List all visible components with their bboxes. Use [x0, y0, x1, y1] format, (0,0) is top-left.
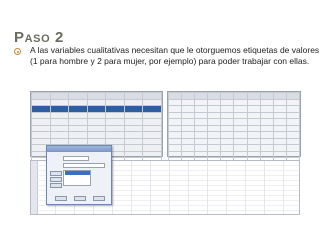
slide-title: Paso 2 [14, 29, 64, 46]
bullet-text: A las variables cualitativas necesitan q… [30, 45, 320, 66]
spss-screenshot [30, 91, 301, 215]
label-field[interactable] [63, 163, 105, 168]
data-view-table [167, 92, 301, 165]
bullet-icon [14, 48, 21, 55]
cancel-button[interactable] [74, 196, 86, 201]
dialog-titlebar [47, 146, 111, 152]
list-item[interactable] [65, 175, 90, 179]
change-button[interactable] [50, 177, 62, 182]
data-view-panel [167, 91, 301, 165]
add-button[interactable] [50, 171, 62, 176]
value-labels-list[interactable] [63, 170, 91, 186]
help-button[interactable] [93, 196, 105, 201]
slide: Paso 2 A las variables cualitativas nece… [0, 0, 320, 240]
ok-button[interactable] [55, 196, 67, 201]
remove-button[interactable] [50, 183, 62, 188]
value-labels-dialog [46, 145, 112, 205]
value-field[interactable] [63, 156, 89, 161]
